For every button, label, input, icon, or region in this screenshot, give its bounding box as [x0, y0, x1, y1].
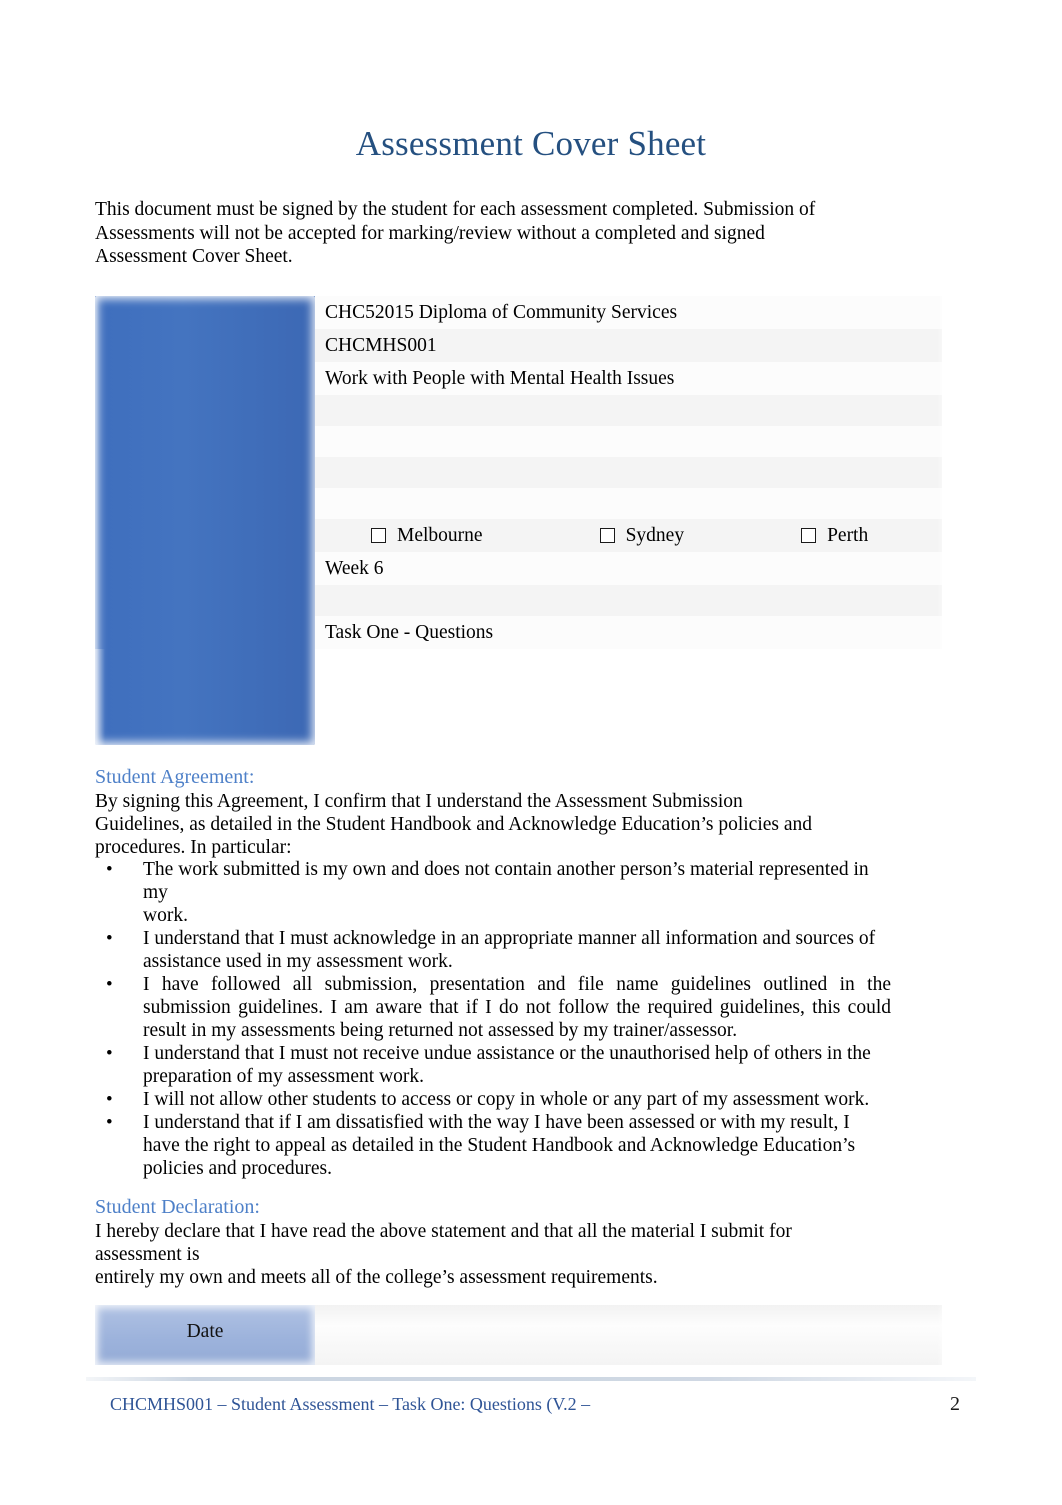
- student-agreement-heading: Student Agreement:: [95, 766, 255, 788]
- campus-option-label: Perth: [827, 525, 869, 546]
- info-label-cell: Student Email: [95, 457, 315, 488]
- checkbox-icon[interactable]: [599, 528, 615, 543]
- info-value-cell[interactable]: [315, 488, 942, 519]
- info-label-cell: Assessor Name: [95, 488, 315, 519]
- table-row: Student Name: [95, 395, 942, 426]
- list-item: • I understand that I must acknowledge in…: [95, 927, 891, 973]
- table-row: Campus Melbourne Sydney Perth: [95, 519, 942, 552]
- student-declaration-body: I hereby declare that I have read the ab…: [95, 1221, 792, 1288]
- info-value-cell[interactable]: Melbourne Sydney Perth: [315, 519, 942, 552]
- table-row: Unit Title Work with People with Mental H…: [95, 362, 942, 395]
- bullet-icon: •: [106, 974, 113, 995]
- info-value-cell[interactable]: CHC52015 Diploma of Community Services: [315, 296, 942, 329]
- info-value-cell[interactable]: CHCMHS001: [315, 329, 942, 362]
- date-value-cell[interactable]: [315, 1305, 942, 1365]
- list-item-text: The work submitted is my own and does no…: [143, 859, 869, 926]
- date-table: Date: [95, 1305, 942, 1365]
- info-value-cell[interactable]: Task One - Questions: [315, 616, 942, 649]
- campus-option-sydney[interactable]: Sydney: [599, 524, 685, 547]
- bullet-icon: •: [106, 1043, 113, 1064]
- table-row: Qualification Title CHC52015 Diploma of C…: [95, 296, 942, 329]
- list-item-text: I understand that I must acknowledge in …: [143, 928, 876, 972]
- info-label-cell: Due Date: [95, 552, 315, 585]
- student-agreement-bullet-list: • The work submitted is my own and does n…: [95, 858, 891, 1180]
- info-value-cell[interactable]: [315, 457, 942, 488]
- intro-paragraph: This document must be signed by the stud…: [95, 199, 816, 267]
- list-item-text: I understand that I must not receive und…: [143, 1043, 871, 1087]
- campus-option-label: Sydney: [625, 525, 685, 546]
- list-item: • I understand that if I am dissatisfied …: [95, 1111, 891, 1180]
- page-title: Assessment Cover Sheet: [355, 124, 707, 163]
- student-agreement-intro: By signing this Agreement, I confirm tha…: [95, 791, 813, 858]
- bullet-icon: •: [106, 1112, 113, 1133]
- info-value-cell[interactable]: [315, 585, 942, 616]
- info-label-cell: Unit Code: [95, 329, 315, 362]
- bullet-icon: •: [106, 1089, 113, 1110]
- footer-divider: [86, 1377, 976, 1381]
- list-item: • The work submitted is my own and does n…: [95, 858, 891, 927]
- info-value-cell[interactable]: [315, 426, 942, 457]
- list-item: • I will not allow other students to acce…: [95, 1088, 891, 1111]
- info-value-cell[interactable]: Week 6: [315, 552, 942, 585]
- campus-checkbox-group: Melbourne Sydney Perth: [325, 524, 932, 547]
- campus-option-melbourne[interactable]: Melbourne: [371, 524, 483, 547]
- document-page: Assessment Cover Sheet This document mus…: [0, 0, 1062, 1505]
- info-label-cell: Student ID: [95, 426, 315, 457]
- bullet-icon: •: [106, 928, 113, 949]
- assessment-info-table: Qualification Title CHC52015 Diploma of C…: [95, 296, 942, 649]
- info-label-cell: Qualification Title: [95, 296, 315, 329]
- footer-text: CHCMHS001 – Student Assessment – Task On…: [110, 1394, 591, 1414]
- table-row: Assessment Task Task One - Questions: [95, 616, 942, 649]
- footer-page-number: 2: [950, 1393, 960, 1415]
- list-item-text: I understand that if I am dissatisfied w…: [143, 1112, 856, 1179]
- info-value-cell[interactable]: [315, 395, 942, 426]
- table-row: Student Email: [95, 457, 942, 488]
- list-item: • I understand that I must not receive un…: [95, 1042, 891, 1088]
- info-value-cell[interactable]: Work with People with Mental Health Issu…: [315, 362, 942, 395]
- info-label-cell: Assessment Task: [95, 616, 315, 649]
- info-label-cell: Submission Date: [95, 585, 315, 616]
- campus-option-label: Melbourne: [397, 525, 483, 546]
- info-label-cell: Unit Title: [95, 362, 315, 395]
- checkbox-icon[interactable]: [801, 528, 817, 543]
- date-label-cell: Date: [95, 1305, 315, 1365]
- table-row: Submission Date: [95, 585, 942, 616]
- table-row: Due Date Week 6: [95, 552, 942, 585]
- table-row: Unit Code CHCMHS001: [95, 329, 942, 362]
- bullet-icon: •: [106, 859, 113, 880]
- list-item: • I have followed all submission, present…: [95, 973, 891, 1042]
- checkbox-icon[interactable]: [371, 528, 386, 543]
- list-item-text: I have followed all submission, presenta…: [143, 974, 891, 1041]
- info-label-cell: Campus: [95, 519, 315, 552]
- info-label-cell: Student Name: [95, 395, 315, 426]
- student-declaration-heading: Student Declaration:: [95, 1196, 260, 1218]
- list-item-text: I will not allow other students to acces…: [143, 1089, 870, 1110]
- table-row: Assessor Name: [95, 488, 942, 519]
- campus-option-perth[interactable]: Perth: [801, 524, 868, 547]
- table-row: Student ID: [95, 426, 942, 457]
